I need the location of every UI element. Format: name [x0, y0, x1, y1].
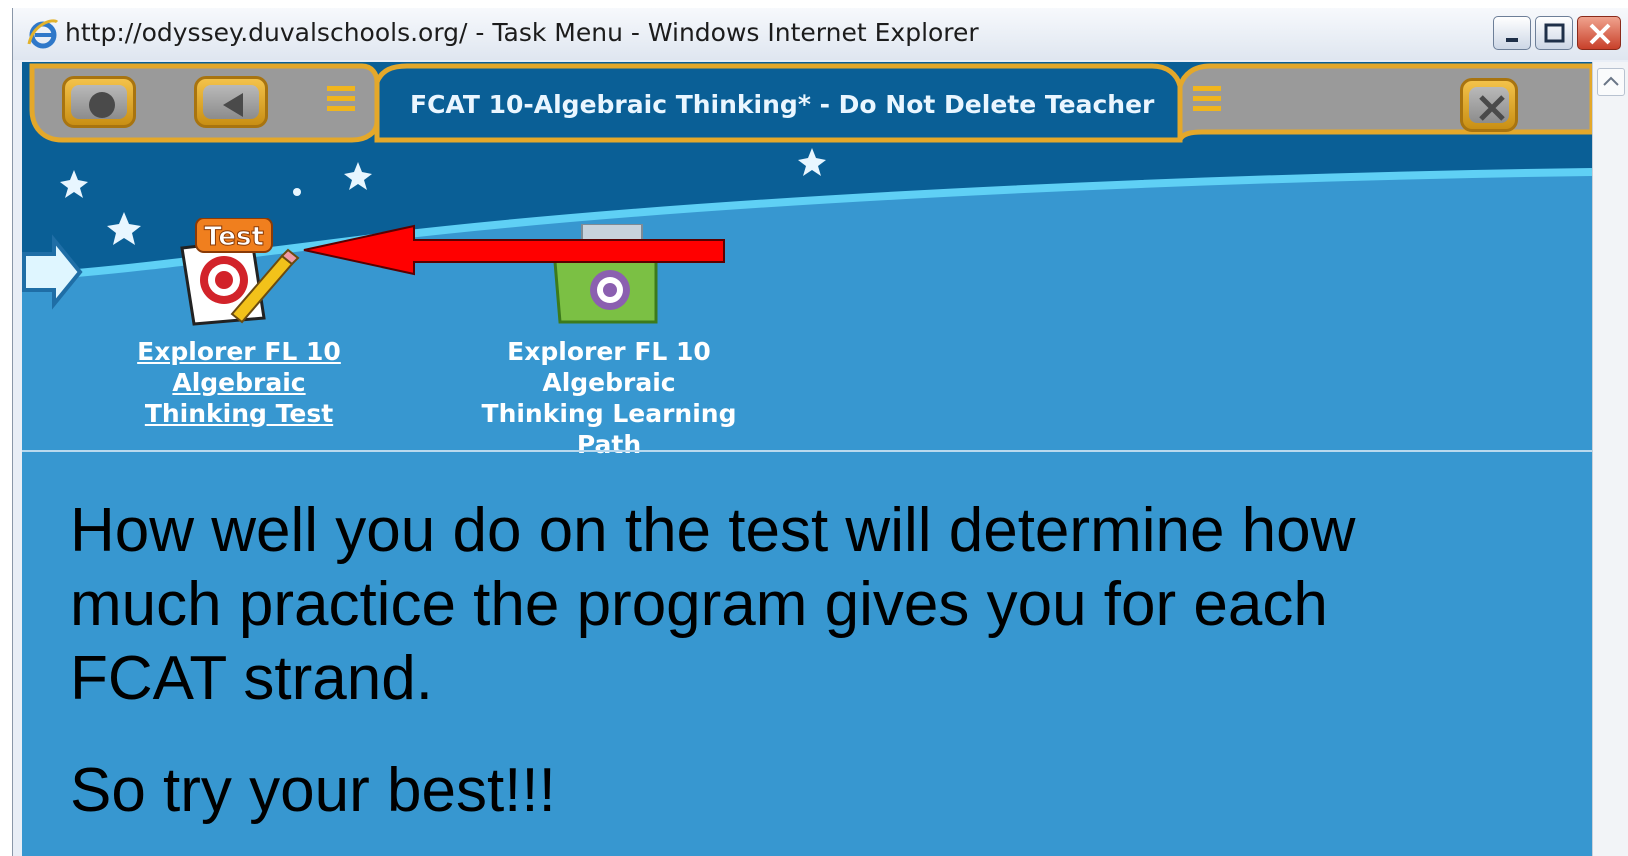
instruction-paragraph: How well you do on the test will determi… [70, 494, 1450, 716]
close-window-button[interactable] [1577, 16, 1621, 50]
options-menu-icon[interactable] [1190, 82, 1224, 116]
minimize-button[interactable] [1493, 16, 1531, 50]
back-triangle-icon [223, 93, 243, 117]
tile-test-link[interactable]: Explorer FL 10 Algebraic Thinking Test [84, 336, 394, 429]
window-title: http://odyssey.duvalschools.org/ - Task … [65, 18, 979, 47]
chevron-up-icon [1603, 76, 1619, 86]
tile-learning-line1: Explorer FL 10 Algebraic [507, 337, 711, 397]
instruction-line1: How well you do on the test will determi… [70, 496, 1356, 565]
instruction-line3: FCAT strand. [70, 644, 433, 713]
encouragement-text: So try your best!!! [70, 756, 556, 825]
close-activity-button[interactable] [1460, 78, 1518, 132]
close-x-icon [1479, 95, 1505, 121]
annotation-arrow-icon [303, 224, 725, 276]
menu-icon[interactable] [324, 82, 358, 116]
instruction-line2: much practice the program gives you for … [70, 570, 1328, 639]
odyssey-task-menu: FCAT 10-Algebraic Thinking* - Do Not Del… [22, 62, 1592, 856]
tile-learning-path-label[interactable]: Explorer FL 10 Algebraic Thinking Learni… [454, 336, 764, 460]
section-divider [22, 450, 1592, 452]
vertical-scrollbar[interactable] [1592, 62, 1628, 856]
title-bar[interactable]: http://odyssey.duvalschools.org/ - Task … [13, 8, 1628, 60]
maximize-icon [1544, 23, 1565, 43]
close-icon [1589, 23, 1611, 45]
stop-circle-icon [89, 92, 115, 118]
back-button[interactable] [194, 76, 268, 128]
internet-explorer-icon [27, 19, 59, 49]
record-button[interactable] [62, 76, 136, 128]
test-badge: Test [204, 222, 264, 252]
scroll-up-button[interactable] [1597, 68, 1625, 96]
maximize-button[interactable] [1535, 16, 1573, 50]
tile-test-line1[interactable]: Explorer FL 10 Algebraic [137, 337, 341, 397]
test-icon[interactable]: Test [172, 218, 302, 328]
minimize-icon [1506, 38, 1518, 42]
tile-test-line2[interactable]: Thinking Test [145, 399, 333, 428]
activity-title: FCAT 10-Algebraic Thinking* - Do Not Del… [410, 90, 1155, 119]
